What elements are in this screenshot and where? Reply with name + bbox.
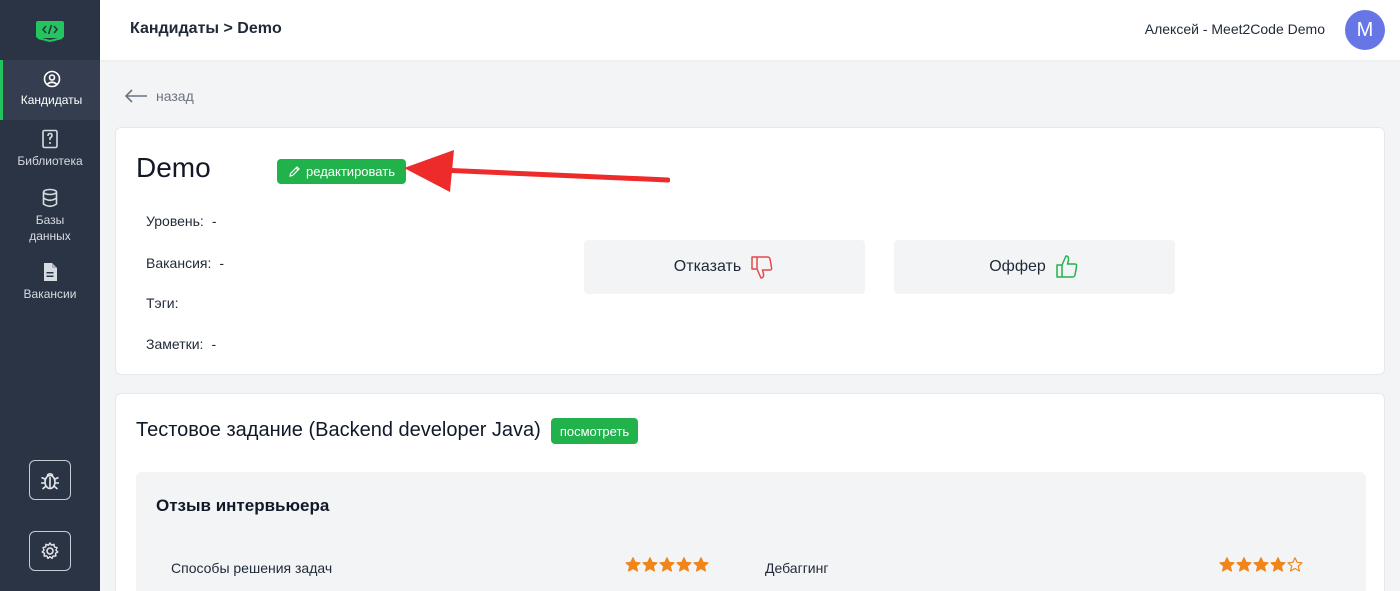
bug-report-button[interactable]: [29, 460, 71, 500]
star-filled-icon[interactable]: [1236, 557, 1252, 572]
back-label: назад: [156, 88, 194, 104]
thumbs-down-icon: [751, 256, 773, 279]
back-link[interactable]: назад: [124, 88, 194, 104]
view-button[interactable]: посмотреть: [551, 418, 638, 444]
star-empty-icon[interactable]: [1287, 557, 1303, 572]
star-filled-icon[interactable]: [676, 557, 692, 572]
task-card: Тестовое задание (Backend developer Java…: [115, 393, 1385, 591]
code-book-icon: [36, 21, 64, 42]
sidebar-item-vacancies[interactable]: Вакансии: [0, 262, 100, 304]
field-level: Уровень: -: [146, 213, 217, 229]
offer-button[interactable]: Оффер: [894, 240, 1175, 294]
breadcrumb[interactable]: Кандидаты > Demo: [130, 20, 282, 38]
field-level-label: Уровень:: [146, 213, 204, 229]
top-header: Кандидаты > Demo Алексей - Meet2Code Dem…: [100, 0, 1400, 60]
edit-button[interactable]: редактировать: [277, 159, 406, 184]
star-filled-icon[interactable]: [693, 557, 709, 572]
candidate-name: Demo: [136, 152, 211, 183]
field-level-value: -: [211, 213, 217, 229]
field-tags-label: Тэги:: [146, 295, 179, 311]
edit-label: редактировать: [306, 164, 395, 179]
field-notes-label: Заметки:: [146, 336, 204, 352]
field-vacancy: Вакансия: -: [146, 255, 224, 271]
sidebar-item-label: Вакансии: [23, 287, 77, 301]
pencil-icon: [289, 166, 300, 177]
sidebar-item-library[interactable]: Библиотека: [0, 129, 100, 175]
star-filled-icon[interactable]: [1219, 557, 1235, 572]
logo[interactable]: [0, 0, 100, 60]
gear-icon: [41, 542, 59, 560]
field-vacancy-value: -: [219, 255, 225, 271]
field-vacancy-label: Вакансия:: [146, 255, 212, 271]
interviewer-review: Отзыв интервьюера Способы решения задач …: [136, 472, 1366, 591]
review-title: Отзыв интервьюера: [156, 496, 330, 515]
sidebar-item-label: Библиотека: [17, 154, 83, 168]
star-filled-icon[interactable]: [625, 557, 641, 572]
sidebar-item-candidates[interactable]: Кандидаты: [0, 60, 100, 120]
offer-label: Оффер: [989, 258, 1046, 275]
star-filled-icon[interactable]: [659, 557, 675, 572]
document-icon: [44, 263, 57, 281]
criterion-label: Дебаггинг: [765, 560, 829, 576]
thumbs-up-icon: [1056, 255, 1078, 278]
avatar[interactable]: M: [1345, 10, 1385, 50]
star-rating[interactable]: [625, 557, 709, 572]
criterion-label: Способы решения задач: [171, 560, 333, 576]
user-circle-icon: [43, 70, 60, 88]
sidebar-item-label: Кандидаты: [20, 93, 83, 107]
settings-button[interactable]: [29, 531, 71, 571]
sidebar-item-label: Базы данных: [29, 213, 71, 243]
candidate-card: Demo редактировать Уровень: - Вакансия: - …: [115, 127, 1385, 375]
bug-icon: [41, 472, 59, 490]
star-filled-icon[interactable]: [1270, 557, 1286, 572]
field-notes-value: -: [211, 336, 217, 352]
question-book-icon: [42, 129, 58, 149]
field-tags: Тэги:: [146, 295, 187, 311]
sidebar: Кандидаты Библиотека Базы данных Ваканси…: [0, 0, 100, 591]
star-rating[interactable]: [1219, 557, 1303, 572]
star-filled-icon[interactable]: [1253, 557, 1269, 572]
reject-label: Отказать: [673, 258, 742, 275]
arrow-left-icon: [124, 89, 147, 103]
field-notes: Заметки: -: [146, 336, 216, 352]
reject-button[interactable]: Отказать: [584, 240, 865, 294]
task-title: Тестовое задание (Backend developer Java…: [136, 419, 541, 441]
database-icon: [42, 188, 58, 208]
annotation-arrow: [404, 150, 670, 192]
user-name: Алексей - Meet2Code Demo: [1144, 21, 1325, 37]
sidebar-item-databases[interactable]: Базы данных: [0, 188, 100, 244]
star-filled-icon[interactable]: [642, 557, 658, 572]
